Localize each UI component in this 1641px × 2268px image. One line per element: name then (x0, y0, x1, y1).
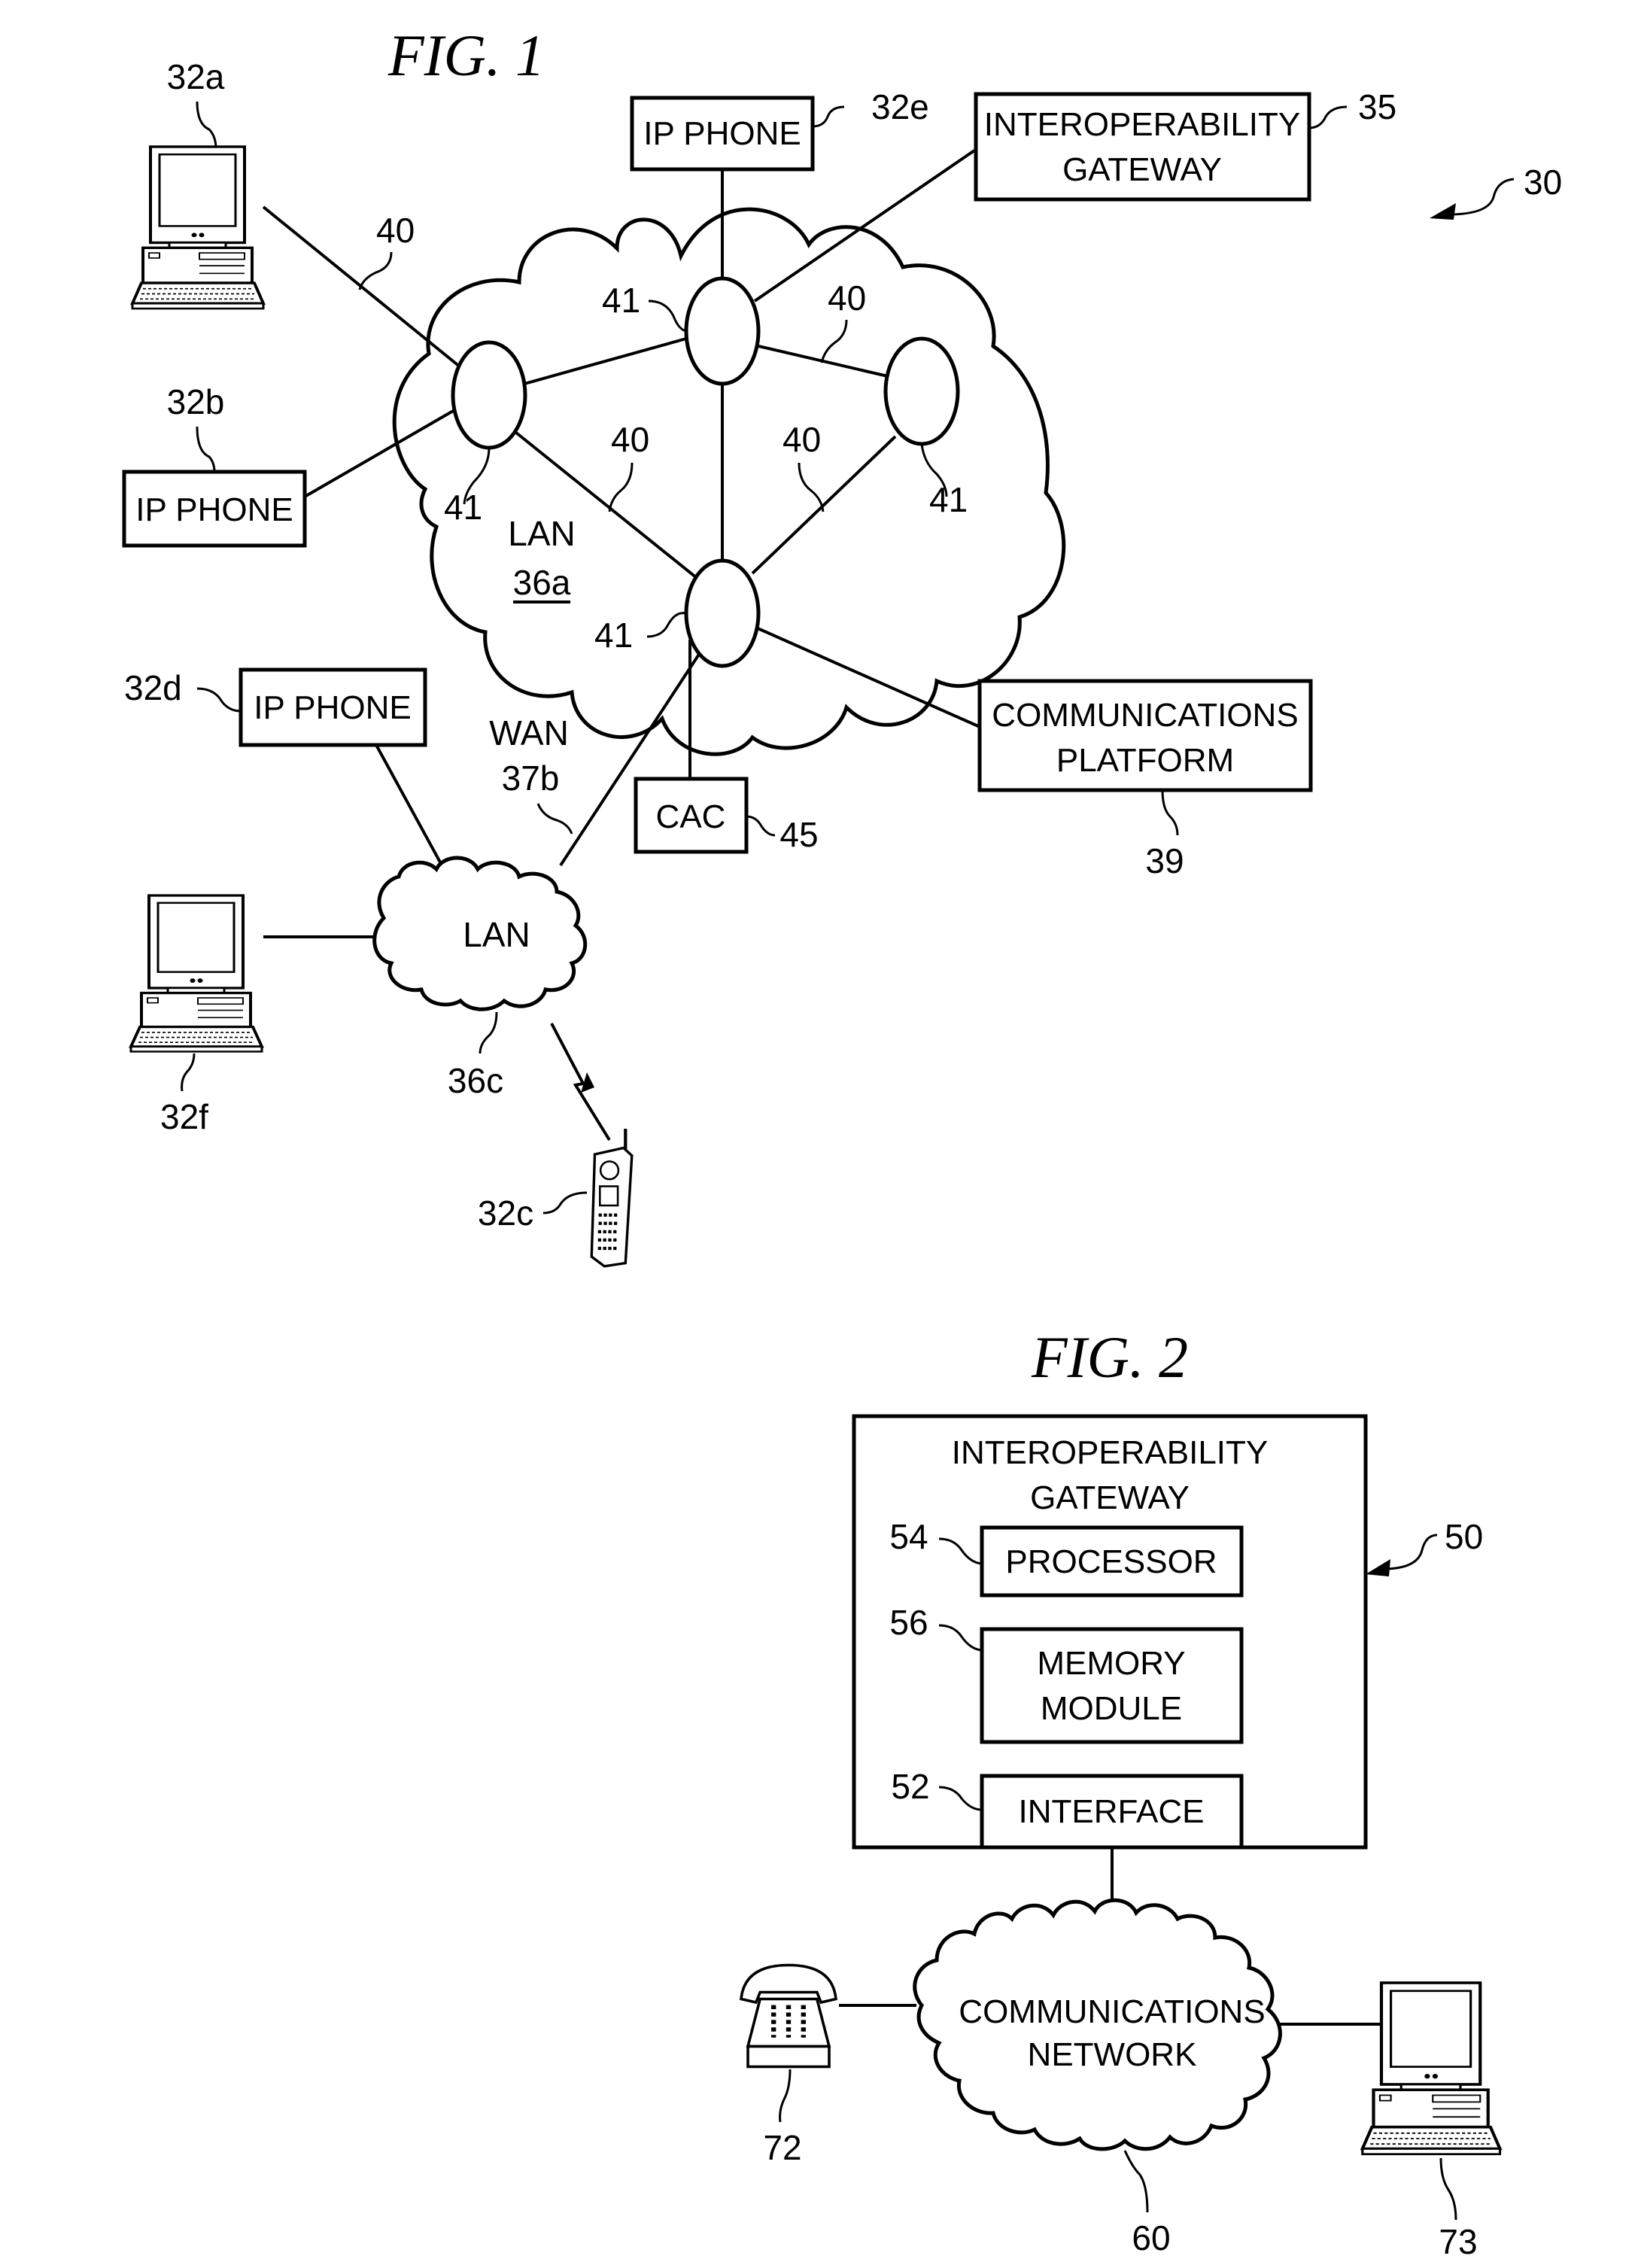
ref-32c: 32c (478, 1193, 533, 1233)
ip-phone-32b-label: IP PHONE (135, 491, 293, 528)
network-label-2: NETWORK (1028, 2036, 1197, 2073)
platform-39-label-1: COMMUNICATIONS (992, 697, 1298, 734)
wan-label: WAN (489, 713, 569, 752)
ref-52: 52 (891, 1767, 929, 1806)
ref-50: 50 (1445, 1517, 1483, 1556)
ref-32d: 32d (124, 668, 182, 707)
ref-41-left: 41 (444, 488, 482, 527)
ref-32a: 32a (167, 57, 225, 96)
telephone-72: 72 (741, 1965, 836, 2167)
ref-54: 54 (889, 1517, 928, 1556)
ref-39: 39 (1145, 841, 1184, 880)
figure-1-title: FIG. 1 (387, 23, 545, 88)
ref-32e: 32e (871, 87, 929, 126)
memory-label-2: MODULE (1041, 1690, 1182, 1727)
ip-phone-32b: IP PHONE 32b (122, 382, 307, 548)
ref-36c: 36c (448, 1061, 503, 1100)
computer-icon (1363, 1983, 1500, 2154)
lan-36a-ref: 36a (513, 563, 571, 602)
ref-32b: 32b (167, 382, 225, 421)
ref-40-b: 40 (828, 278, 866, 318)
ref-40-a: 40 (376, 211, 415, 250)
gateway-35-label-1: INTEROPERABILITY (984, 106, 1301, 143)
node-41-right (883, 336, 960, 446)
interoperability-gateway-35: INTEROPERABILITY GATEWAY 35 (974, 87, 1396, 202)
cac-45: CAC 45 (634, 777, 819, 854)
ref-40-c: 40 (611, 420, 649, 459)
ref-32f: 32f (160, 1097, 208, 1136)
ref-40-d: 40 (783, 420, 821, 459)
lan-36a-label: LAN (508, 514, 575, 553)
ip-phone-32d-label: IP PHONE (254, 689, 411, 726)
ip-phone-32d: IP PHONE 32d (124, 667, 427, 747)
node-41-bottom (684, 558, 761, 668)
ref-41-right: 41 (929, 480, 968, 519)
node-41-left (451, 340, 527, 450)
telephone-icon (741, 1965, 836, 2067)
wan-ref: 37b (502, 759, 560, 798)
gateway-50-label-2: GATEWAY (1030, 1479, 1190, 1516)
ref-60: 60 (1132, 2218, 1170, 2257)
lan-36c-label: LAN (463, 915, 530, 954)
ref-41-top: 41 (602, 281, 640, 320)
computer-73: 73 (1363, 1983, 1500, 2261)
network-label-1: COMMUNICATIONS (959, 1993, 1265, 2030)
ref-30: 30 (1524, 163, 1562, 202)
computer-32f: 32f (129, 894, 263, 1136)
ref-56: 56 (889, 1603, 928, 1642)
ip-phone-32e: IP PHONE 32e (630, 87, 929, 172)
gateway-50-label-1: INTEROPERABILITY (952, 1434, 1269, 1471)
interoperability-gateway-50: INTEROPERABILITY GATEWAY 50 PROCESSOR 54… (852, 1414, 1483, 1850)
computer-32a: 32a (131, 57, 265, 311)
node-41-top (684, 276, 761, 386)
patent-drawing: FIG. 1 30 41 41 41 41 40 40 40 40 LAN 36… (122, 23, 1562, 2261)
cell-phone-32c: 32c (478, 1129, 632, 1266)
gateway-35-label-2: GATEWAY (1062, 151, 1222, 188)
ref-72: 72 (763, 2128, 801, 2167)
ref-35: 35 (1358, 87, 1396, 126)
ref-41-bottom: 41 (594, 616, 633, 655)
interface-label: INTERFACE (1019, 1793, 1205, 1830)
memory-label-1: MEMORY (1037, 1645, 1185, 1682)
cac-45-label: CAC (656, 798, 726, 835)
ip-phone-32e-label: IP PHONE (643, 115, 801, 152)
wireless-link (550, 1023, 611, 1142)
processor-label: PROCESSOR (1005, 1543, 1217, 1580)
cell-phone-icon (591, 1129, 632, 1266)
ref-73: 73 (1439, 2222, 1477, 2261)
figure-2-title: FIG. 2 (1031, 1324, 1188, 1390)
communications-platform-39: COMMUNICATIONS PLATFORM 39 (977, 679, 1313, 880)
system-30-pointer: 30 (1430, 163, 1562, 220)
computer-icon (131, 145, 265, 311)
platform-39-label-2: PLATFORM (1056, 742, 1234, 779)
ref-45: 45 (779, 815, 818, 854)
computer-icon (129, 894, 263, 1053)
